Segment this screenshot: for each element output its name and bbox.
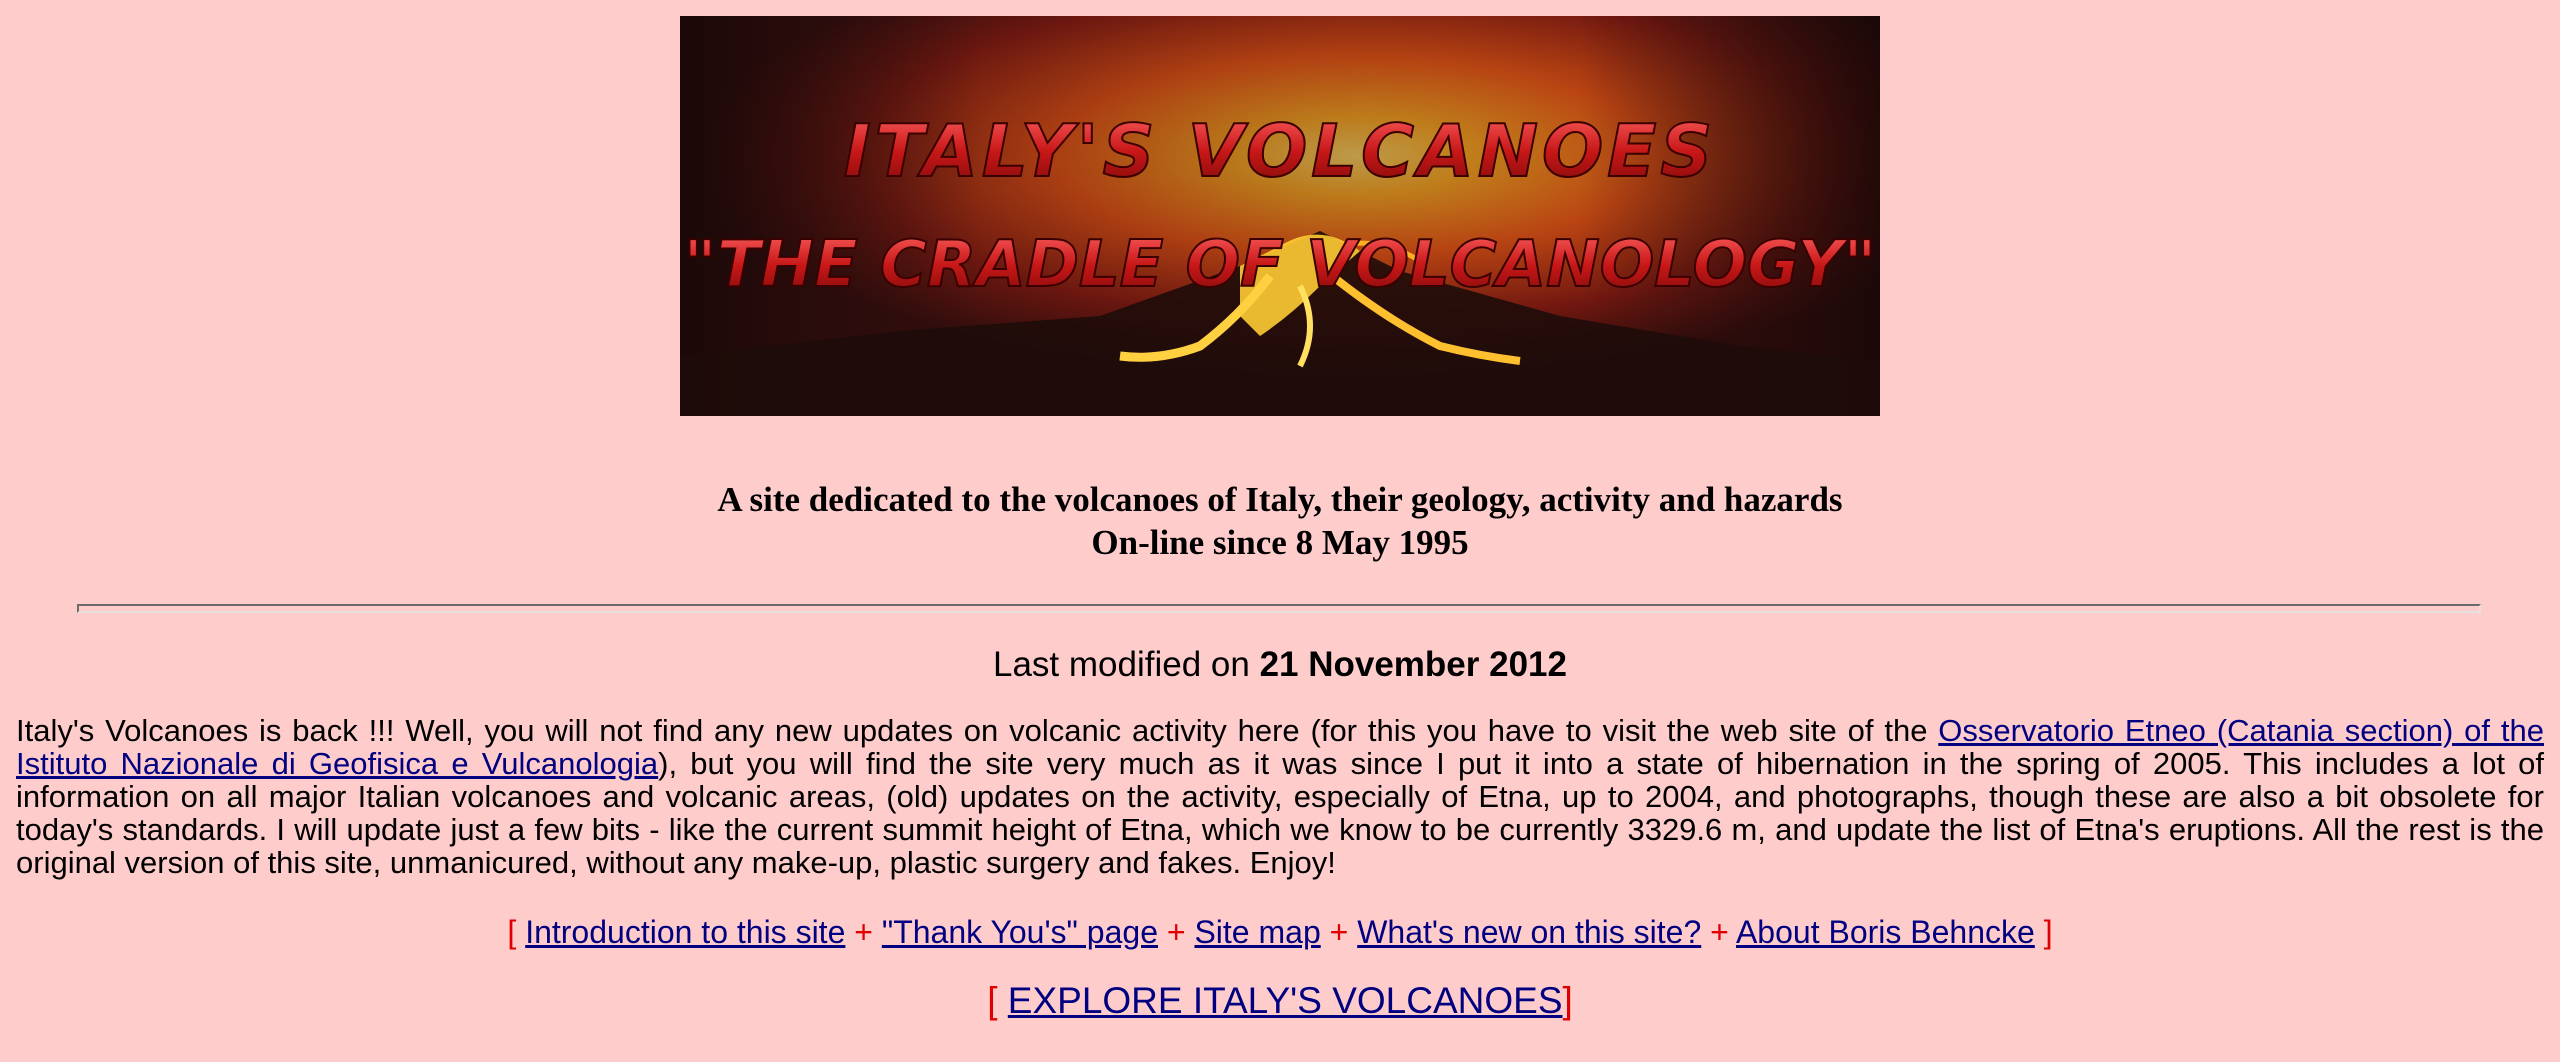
banner-title-line1: ITALY'S VOLCANOES — [844, 109, 1716, 193]
banner-title-line2: "THE CRADLE OF VOLCANOLOGY" — [683, 228, 1876, 302]
last-modified: Last modified on 21 November 2012 — [0, 644, 2560, 686]
nav-separator: + — [845, 914, 882, 950]
last-modified-date: 21 November 2012 — [1259, 645, 1567, 684]
nav-link-thank-you[interactable]: "Thank You's" page — [882, 914, 1158, 950]
horizontal-rule — [77, 604, 2481, 613]
nav-separator: + — [1701, 914, 1736, 950]
banner-graphic: ITALY'S VOLCANOES "THE CRADLE OF VOLCANO… — [680, 16, 1880, 416]
banner-image: ITALY'S VOLCANOES "THE CRADLE OF VOLCANO… — [680, 16, 1880, 416]
nav-link-about[interactable]: About Boris Behncke — [1736, 914, 2035, 950]
explore-open-bracket: [ — [987, 980, 1008, 1021]
nav-link-introduction[interactable]: Introduction to this site — [525, 914, 845, 950]
nav-links: [ Introduction to this site + "Thank You… — [0, 912, 2560, 952]
intro-paragraph: Italy's Volcanoes is back !!! Well, you … — [16, 714, 2544, 879]
tagline-line2: On-line since 8 May 1995 — [1091, 523, 1469, 562]
last-modified-label: Last modified on — [993, 645, 1260, 684]
nav-close-bracket: ] — [2034, 914, 2053, 950]
explore-link[interactable]: EXPLORE ITALY'S VOLCANOES — [1008, 980, 1563, 1021]
nav-open-bracket: [ — [507, 914, 526, 950]
nav-link-whats-new[interactable]: What's new on this site? — [1357, 914, 1701, 950]
nav-separator: + — [1157, 914, 1195, 950]
nav-separator: + — [1320, 914, 1358, 950]
nav-link-site-map[interactable]: Site map — [1194, 914, 1320, 950]
intro-text-before: Italy's Volcanoes is back !!! Well, you … — [16, 713, 1939, 748]
tagline-line1: A site dedicated to the volcanoes of Ita… — [717, 480, 1843, 519]
explore-close-bracket: ] — [1562, 980, 1573, 1021]
explore-section: [ EXPLORE ITALY'S VOLCANOES] — [0, 978, 2560, 1024]
site-tagline: A site dedicated to the volcanoes of Ita… — [0, 478, 2560, 564]
